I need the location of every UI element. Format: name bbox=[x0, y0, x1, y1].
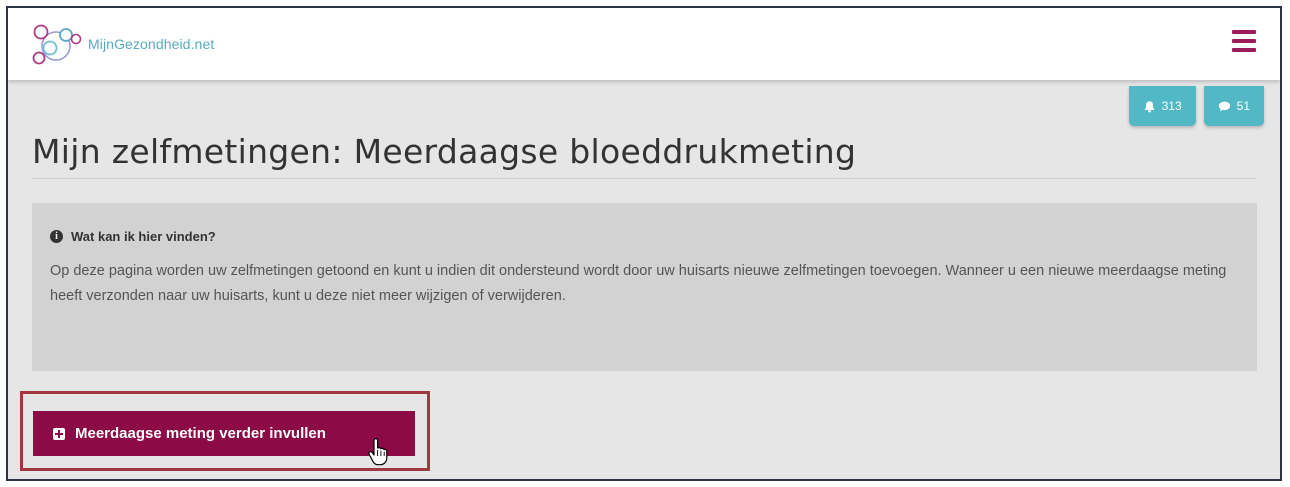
info-heading-text: Wat kan ik hier vinden? bbox=[71, 229, 216, 244]
menu-line bbox=[1232, 39, 1256, 43]
messages-count: 51 bbox=[1236, 99, 1250, 113]
continue-measurement-button[interactable]: Meerdaagse meting verder invullen bbox=[33, 411, 415, 456]
browser-viewport: MijnGezondheid.net 313 51 Mijn zelfmetin… bbox=[6, 6, 1282, 481]
info-description: Op deze pagina worden uw zelfmetingen ge… bbox=[50, 263, 1227, 304]
messages-badge[interactable]: 51 bbox=[1203, 86, 1264, 126]
plus-square-icon bbox=[53, 427, 65, 440]
notifications-badge[interactable]: 313 bbox=[1128, 86, 1196, 126]
hamburger-menu-icon[interactable] bbox=[1232, 30, 1256, 52]
info-heading: i Wat kan ik hier vinden? bbox=[50, 229, 1237, 244]
info-panel: i Wat kan ik hier vinden? Op deze pagina… bbox=[32, 203, 1257, 371]
site-logo[interactable]: MijnGezondheid.net bbox=[32, 22, 214, 66]
logo-text: MijnGezondheid.net bbox=[88, 36, 215, 52]
notifications-count: 313 bbox=[1161, 99, 1182, 113]
continue-measurement-label: Meerdaagse meting verder invullen bbox=[75, 425, 326, 442]
bell-icon bbox=[1144, 100, 1154, 112]
logo-mark-icon bbox=[32, 24, 82, 65]
notification-badges: 313 51 bbox=[1128, 86, 1264, 126]
page-title: Mijn zelfmetingen: Meerdaagse bloeddrukm… bbox=[32, 132, 857, 171]
menu-line bbox=[1232, 48, 1256, 52]
title-divider bbox=[32, 178, 1256, 179]
hand-pointer-cursor-icon bbox=[368, 438, 388, 466]
menu-line bbox=[1232, 30, 1256, 34]
info-icon: i bbox=[50, 230, 63, 243]
chat-bubble-icon bbox=[1218, 101, 1230, 111]
top-navigation-bar: MijnGezondheid.net bbox=[8, 8, 1280, 80]
